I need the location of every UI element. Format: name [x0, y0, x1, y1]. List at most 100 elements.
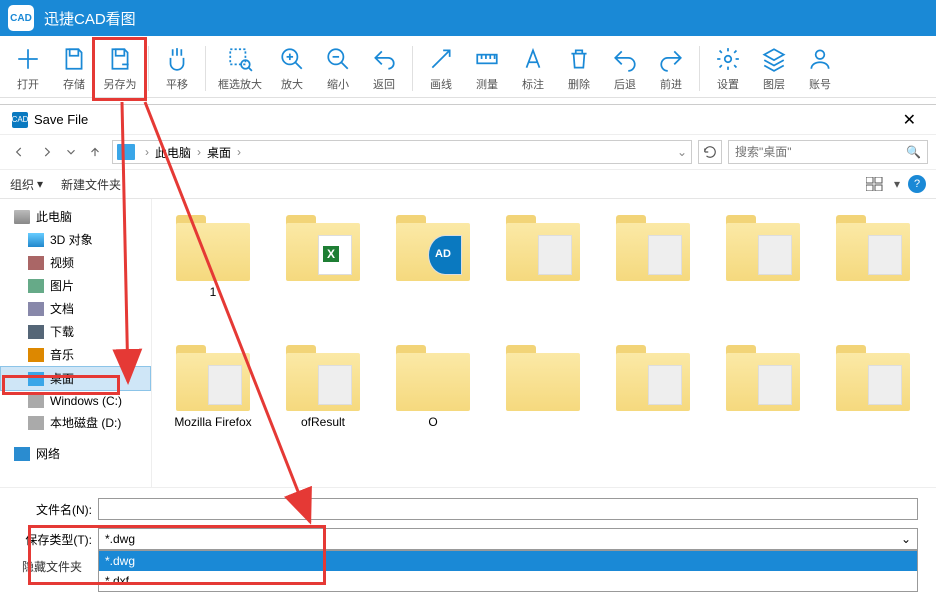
zoom-out-icon	[325, 44, 351, 74]
history-dropdown[interactable]	[64, 141, 78, 163]
filetype-option[interactable]: *.dwg	[99, 551, 917, 571]
tree-item-dl[interactable]: 下载	[0, 320, 151, 343]
tree-item-doc[interactable]: 文档	[0, 297, 151, 320]
search-box[interactable]: 🔍	[728, 140, 928, 164]
tree-item-label: 此电脑	[36, 208, 72, 225]
toolbar-label: 账号	[809, 76, 831, 92]
file-item[interactable]: O	[378, 339, 488, 469]
search-input[interactable]	[735, 145, 906, 159]
toolbar-zoom-in-button[interactable]: 放大	[270, 40, 314, 97]
tree-item-label: 音乐	[50, 346, 74, 363]
tree-item-label: Windows (C:)	[50, 394, 122, 408]
folder-icon	[282, 209, 364, 281]
file-item[interactable]	[598, 339, 708, 469]
tree-item-pc[interactable]: 此电脑	[0, 205, 151, 228]
toolbar-zoom-out-button[interactable]: 缩小	[316, 40, 360, 97]
toolbar-label: 后退	[614, 76, 636, 92]
organize-menu[interactable]: 组织 ▾	[10, 176, 43, 193]
tree-item-label: 视频	[50, 254, 74, 271]
close-button[interactable]: ✕	[895, 106, 924, 134]
file-label: 1	[210, 285, 217, 299]
file-item[interactable]	[378, 209, 488, 339]
file-item[interactable]	[598, 209, 708, 339]
toolbar-open-button[interactable]: 打开	[6, 40, 50, 97]
new-folder-button[interactable]: 新建文件夹	[61, 176, 121, 193]
file-item[interactable]: Mozilla Firefox	[158, 339, 268, 469]
breadcrumb-root[interactable]: 此电脑	[155, 144, 191, 161]
toolbar-save-button[interactable]: 存储	[52, 40, 96, 97]
layers-icon	[761, 44, 787, 74]
tree-item-mus[interactable]: 音乐	[0, 343, 151, 366]
tree-item-net[interactable]: 网络	[0, 442, 151, 465]
forward-nav-button[interactable]	[36, 141, 58, 163]
folder-icon	[28, 372, 44, 386]
up-nav-button[interactable]	[84, 141, 106, 163]
back-nav-button[interactable]	[8, 141, 30, 163]
file-item[interactable]: 1	[158, 209, 268, 339]
help-button[interactable]: ?	[908, 175, 926, 193]
measure-icon	[474, 44, 500, 74]
chevron-down-icon[interactable]: ▾	[894, 177, 900, 191]
chevron-down-icon[interactable]: ⌄	[677, 145, 687, 159]
folder-icon	[28, 279, 44, 293]
dialog-title: Save File	[34, 112, 88, 127]
toolbar-label: 删除	[568, 76, 590, 92]
folder-overlay-icon	[758, 365, 792, 405]
tree-item-vid[interactable]: 视频	[0, 251, 151, 274]
tree-item-label: 文档	[50, 300, 74, 317]
toolbar-saveas-button[interactable]: 另存为	[98, 40, 142, 97]
file-item[interactable]	[708, 209, 818, 339]
view-mode-button[interactable]	[864, 174, 886, 194]
file-item[interactable]	[818, 209, 928, 339]
file-item[interactable]	[708, 339, 818, 469]
tree-item-3d[interactable]: 3D 对象	[0, 228, 151, 251]
toolbar-undo-button[interactable]: 后退	[603, 40, 647, 97]
filetype-option[interactable]: *.dxf	[99, 571, 917, 591]
toolbar-measure-button[interactable]: 测量	[465, 40, 509, 97]
folder-icon	[612, 339, 694, 411]
pc-icon	[117, 144, 135, 160]
save-file-dialog: CAD Save File ✕ › 此电脑 › 桌面 › ⌄ 🔍 组织 ▾ 新建…	[0, 104, 936, 607]
file-item[interactable]	[268, 209, 378, 339]
tree-item-desk[interactable]: 桌面	[0, 366, 151, 391]
tree-item-pic[interactable]: 图片	[0, 274, 151, 297]
tree-item-c[interactable]: Windows (C:)	[0, 391, 151, 411]
folder-icon	[392, 209, 474, 281]
folder-tree: 此电脑 3D 对象视频图片文档下载音乐桌面 Windows (C:) 本地磁盘 (D:…	[0, 199, 152, 487]
file-label: Mozilla Firefox	[174, 415, 251, 429]
refresh-button[interactable]	[698, 140, 722, 164]
toolbar-delete-button[interactable]: 删除	[557, 40, 601, 97]
toolbar-annotate-button[interactable]: 标注	[511, 40, 555, 97]
toolbar-layers-button[interactable]: 图层	[752, 40, 796, 97]
folder-icon	[722, 339, 804, 411]
toolbar-zoom-box-button[interactable]: 框选放大	[212, 40, 268, 97]
file-item[interactable]	[488, 209, 598, 339]
file-item[interactable]: ofResult	[268, 339, 378, 469]
folder-overlay-icon	[318, 365, 352, 405]
toolbar-account-button[interactable]: 账号	[798, 40, 842, 97]
search-icon[interactable]: 🔍	[906, 145, 921, 159]
tree-item-d[interactable]: 本地磁盘 (D:)	[0, 411, 151, 434]
toolbar-back-button[interactable]: 返回	[362, 40, 406, 97]
redo-icon	[658, 44, 684, 74]
breadcrumb[interactable]: › 此电脑 › 桌面 › ⌄	[112, 140, 692, 164]
breadcrumb-path[interactable]: 桌面	[207, 144, 231, 161]
filetype-dropdown[interactable]: *.dwg ⌄ *.dwg*.dxf	[98, 528, 918, 550]
toolbar-redo-button[interactable]: 前进	[649, 40, 693, 97]
filename-input[interactable]	[98, 498, 918, 520]
folder-icon	[28, 348, 44, 362]
pan-icon	[164, 44, 190, 74]
file-item[interactable]	[818, 339, 928, 469]
toolbar-pan-button[interactable]: 平移	[155, 40, 199, 97]
toolbar-line-button[interactable]: 画线	[419, 40, 463, 97]
app-titlebar: CAD 迅捷CAD看图	[0, 0, 936, 36]
folder-icon	[28, 256, 44, 270]
filename-label: 文件名(N):	[18, 501, 98, 518]
tree-item-label: 本地磁盘 (D:)	[50, 414, 121, 431]
app-title: 迅捷CAD看图	[44, 8, 136, 29]
app-logo-icon: CAD	[8, 5, 34, 31]
file-item[interactable]	[488, 339, 598, 469]
toolbar-settings-button[interactable]: 设置	[706, 40, 750, 97]
open-icon	[15, 44, 41, 74]
nav-row: › 此电脑 › 桌面 › ⌄ 🔍	[0, 135, 936, 169]
